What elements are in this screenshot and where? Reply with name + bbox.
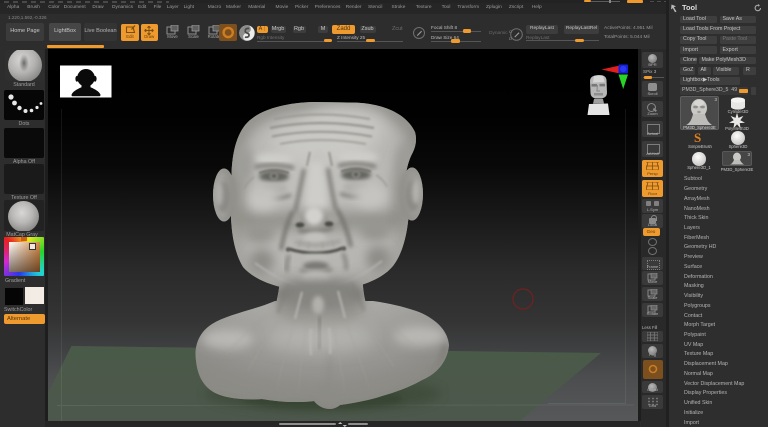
svg-text:C: C xyxy=(509,29,512,34)
svg-text:D: D xyxy=(509,36,512,41)
